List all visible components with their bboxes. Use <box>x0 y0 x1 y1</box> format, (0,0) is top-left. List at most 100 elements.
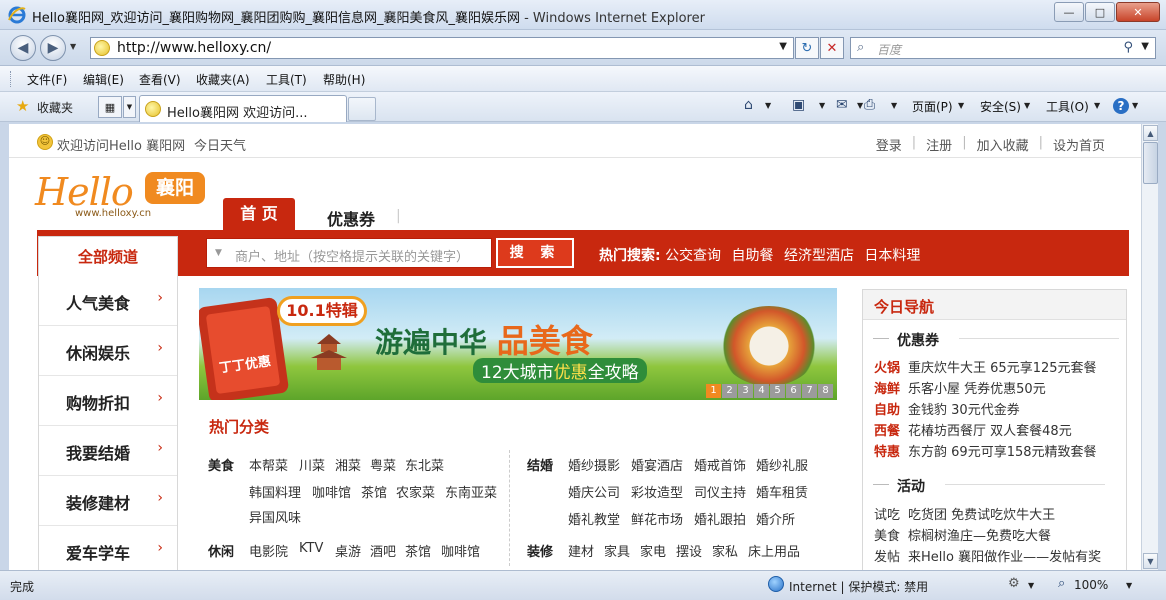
page-menu[interactable]: 页面(P) <box>912 98 953 115</box>
category-link[interactable]: 婚戒首饰 <box>694 455 746 474</box>
coupon-text[interactable]: 乐客小屋 凭券优惠50元 <box>908 382 1046 397</box>
protected-mode-icon[interactable]: ⚙ <box>1008 576 1020 591</box>
scroll-down-icon[interactable]: ▼ <box>1143 553 1158 569</box>
coupon-item[interactable]: 自助 金钱豹 30元代金券 <box>874 399 1020 418</box>
channel-decoration[interactable]: 装修建材 › <box>39 476 177 526</box>
hot-search-term[interactable]: 日本料理 <box>864 248 920 264</box>
banner-page-button[interactable]: 6 <box>786 384 801 398</box>
favorites-star-icon[interactable]: ★ <box>16 97 29 115</box>
zoom-icon[interactable]: ⌕ <box>1058 576 1065 591</box>
tools-menu[interactable]: 工具(O) <box>1046 98 1089 115</box>
print-dropdown-icon[interactable]: ▼ <box>891 101 897 110</box>
site-logo[interactable]: Hello 襄阳 www.helloxy.cn <box>35 164 205 224</box>
weather-link[interactable]: 今日天气 <box>194 135 246 154</box>
category-link[interactable]: 川菜 <box>299 455 325 474</box>
category-link[interactable]: 本帮菜 <box>249 455 288 474</box>
activity-item[interactable]: 美食 棕榈树渔庄—免费吃大餐 <box>874 525 1051 544</box>
close-button[interactable]: ✕ <box>1116 2 1160 22</box>
refresh-button[interactable]: ↻ <box>795 37 819 59</box>
set-homepage-link[interactable]: 设为首页 <box>1053 135 1105 154</box>
activity-item[interactable]: 发帖 来Hello 襄阳做作业——发帖有奖 <box>874 546 1101 565</box>
menu-help[interactable]: 帮助(H) <box>323 71 365 88</box>
category-link[interactable]: KTV <box>299 541 323 556</box>
coupon-item[interactable]: 火锅 重庆炊牛大王 65元享125元套餐 <box>874 357 1097 376</box>
address-field[interactable]: http://www.helloxy.cn/ ▼ <box>90 37 794 59</box>
mail-dropdown-icon[interactable]: ▼ <box>857 101 863 110</box>
coupon-item[interactable]: 特惠 东方韵 69元可享158元精致套餐 <box>874 441 1097 460</box>
hot-search-term[interactable]: 公交查询 <box>665 248 721 264</box>
forward-button[interactable]: ▶ <box>40 35 66 61</box>
security-zone[interactable]: Internet | 保护模式: 禁用 <box>789 578 928 595</box>
menu-file[interactable]: 文件(F) <box>27 71 67 88</box>
quick-tabs-icon[interactable]: ▦ <box>98 96 122 118</box>
search-type-dropdown-icon[interactable]: ▼ <box>215 248 222 258</box>
site-search-placeholder[interactable]: 商户、地址（按空格提示关联的关键字） <box>235 246 469 265</box>
vertical-scrollbar[interactable]: ▲ ▼ <box>1141 124 1158 570</box>
category-link[interactable]: 婚车租赁 <box>756 482 808 501</box>
activity-text[interactable]: 吃货团 免费试吃炊牛大王 <box>908 508 1055 523</box>
all-channels-heading[interactable]: 全部频道 <box>38 236 178 276</box>
category-link[interactable]: 建材 <box>568 541 594 560</box>
home-dropdown-icon[interactable]: ▼ <box>765 101 771 110</box>
new-tab-button[interactable] <box>348 97 376 121</box>
banner-page-button[interactable]: 3 <box>738 384 753 398</box>
mail-icon[interactable]: ✉ <box>836 97 848 113</box>
category-link[interactable]: 彩妆造型 <box>631 482 683 501</box>
print-icon[interactable]: ⎙ <box>864 97 875 113</box>
channel-leisure[interactable]: 休闲娱乐 › <box>39 326 177 376</box>
scroll-up-icon[interactable]: ▲ <box>1143 125 1158 141</box>
banner-page-button[interactable]: 8 <box>818 384 833 398</box>
maximize-button[interactable]: □ <box>1085 2 1115 22</box>
category-link[interactable]: 东北菜 <box>405 455 444 474</box>
category-link[interactable]: 粤菜 <box>370 455 396 474</box>
banner-page-button[interactable]: 5 <box>770 384 785 398</box>
stop-button[interactable]: ✕ <box>820 37 844 59</box>
category-link[interactable]: 东南亚菜 <box>445 482 497 501</box>
channel-shopping[interactable]: 购物折扣 › <box>39 376 177 426</box>
address-dropdown-icon[interactable]: ▼ <box>779 41 787 52</box>
category-link[interactable]: 湘菜 <box>335 455 361 474</box>
category-link[interactable]: 咖啡馆 <box>441 541 480 560</box>
tab-home[interactable]: 首 页 <box>223 198 295 230</box>
banner-page-button[interactable]: 1 <box>706 384 721 398</box>
search-go-icon[interactable]: ⚲ <box>1123 40 1133 55</box>
category-link[interactable]: 家电 <box>640 541 666 560</box>
category-link[interactable]: 床上用品 <box>748 541 800 560</box>
channel-popular-food[interactable]: 人气美食 › <box>39 276 177 326</box>
category-link[interactable]: 摆设 <box>676 541 702 560</box>
banner-page-button[interactable]: 4 <box>754 384 769 398</box>
coupon-text[interactable]: 东方韵 69元可享158元精致套餐 <box>908 445 1097 460</box>
category-link[interactable]: 韩国料理 <box>249 482 301 501</box>
coupon-item[interactable]: 西餐 花椿坊西餐厅 双人套餐48元 <box>874 420 1072 439</box>
category-link[interactable]: 家具 <box>604 541 630 560</box>
menu-view[interactable]: 查看(V) <box>139 71 181 88</box>
back-button[interactable]: ◀ <box>10 35 36 61</box>
category-link[interactable]: 桌游 <box>335 541 361 560</box>
search-field[interactable]: ⌕ 百度 ⚲ ▼ <box>850 37 1156 59</box>
promo-banner[interactable]: 丁丁优惠 10.1特辑 游遍中华 品美食 12大城市优惠全攻略 1 2 3 4 … <box>199 288 837 400</box>
activity-item[interactable]: 试吃 吃货团 免费试吃炊牛大王 <box>874 504 1055 523</box>
category-link[interactable]: 茶馆 <box>405 541 431 560</box>
activity-text[interactable]: 来Hello 襄阳做作业——发帖有奖 <box>908 550 1101 565</box>
category-link[interactable]: 农家菜 <box>396 482 435 501</box>
tab-title[interactable]: Hello襄阳网 欢迎访问... <box>167 102 307 121</box>
category-link[interactable]: 家私 <box>712 541 738 560</box>
category-link[interactable]: 婚宴酒店 <box>631 455 683 474</box>
category-link[interactable]: 咖啡馆 <box>312 482 351 501</box>
category-link[interactable]: 异国风味 <box>249 507 301 526</box>
activity-text[interactable]: 棕榈树渔庄—免费吃大餐 <box>908 529 1051 544</box>
site-search-button[interactable]: 搜 索 <box>496 238 574 268</box>
zoom-level[interactable]: 100% <box>1074 578 1108 592</box>
home-icon[interactable]: ⌂ <box>744 97 753 113</box>
register-link[interactable]: 注册 <box>926 135 952 154</box>
search-dropdown-icon[interactable]: ▼ <box>1141 41 1149 52</box>
category-link[interactable]: 司仪主持 <box>694 482 746 501</box>
hot-search-term[interactable]: 自助餐 <box>732 248 774 264</box>
tools-dropdown-icon[interactable]: ▼ <box>1094 101 1100 110</box>
search-placeholder[interactable]: 百度 <box>877 41 901 58</box>
hot-search-term[interactable]: 经济型酒店 <box>784 248 854 264</box>
favorites-button[interactable]: 收藏夹 <box>37 99 73 116</box>
category-link[interactable]: 鲜花市场 <box>631 509 683 528</box>
menu-tools[interactable]: 工具(T) <box>266 71 307 88</box>
browser-tab-active[interactable]: Hello襄阳网 欢迎访问... <box>139 95 347 122</box>
